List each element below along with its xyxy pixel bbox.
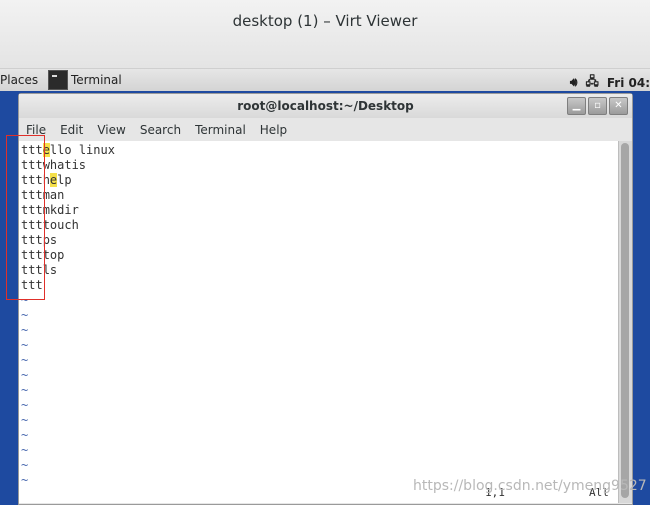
empty-line-marker: ~ (21, 368, 29, 382)
empty-line-marker: ~ (21, 383, 29, 397)
annotation-box (6, 135, 45, 300)
empty-line-marker: ~ (21, 428, 29, 442)
scrollbar-thumb[interactable] (621, 143, 629, 498)
empty-line-marker: ~ (21, 338, 29, 352)
minimize-button[interactable]: ▁ (567, 97, 586, 115)
network-icon[interactable]: 🖧︎ (585, 72, 598, 93)
menu-search[interactable]: Search (133, 120, 188, 140)
empty-line-marker: ~ (21, 473, 29, 487)
watermark: https://blog.csdn.net/ymeng9527 (413, 478, 647, 494)
terminal-window: root@localhost:~/Desktop ▁ ▫ ✕ File Edit… (18, 93, 633, 505)
taskbar-terminal[interactable]: Terminal (48, 69, 122, 91)
viewer-title: desktop (1) – Virt Viewer (232, 12, 418, 30)
close-button[interactable]: ✕ (609, 97, 628, 115)
terminal-icon (48, 70, 68, 90)
maximize-button[interactable]: ▫ (588, 97, 607, 115)
menu-terminal[interactable]: Terminal (188, 120, 253, 140)
viewer-titlebar: desktop (1) – Virt Viewer (0, 0, 650, 69)
menubar: File Edit View Search Terminal Help (19, 120, 632, 140)
menu-edit[interactable]: Edit (53, 120, 90, 140)
top-panel: Places Terminal 🔊︎ 🖧︎ Fri 04: (0, 69, 650, 92)
volume-icon[interactable]: 🔊︎ (570, 75, 578, 90)
empty-line-marker: ~ (21, 443, 29, 457)
places-menu[interactable]: Places (0, 73, 38, 87)
empty-line-marker: ~ (21, 458, 29, 472)
empty-line-marker: ~ (21, 353, 29, 367)
terminal-titlebar[interactable]: root@localhost:~/Desktop ▁ ▫ ✕ (19, 94, 632, 118)
menu-view[interactable]: View (90, 120, 132, 140)
terminal-title: root@localhost:~/Desktop (237, 99, 414, 113)
panel-status-area: 🔊︎ 🖧︎ Fri 04: (570, 72, 650, 93)
empty-line-marker: ~ (21, 308, 29, 322)
taskbar-terminal-label: Terminal (71, 73, 122, 87)
scrollbar[interactable] (618, 141, 632, 503)
menu-help[interactable]: Help (253, 120, 294, 140)
clock[interactable]: Fri 04: (607, 76, 650, 90)
empty-line-marker: ~ (21, 413, 29, 427)
empty-line-marker: ~ (21, 398, 29, 412)
terminal-content[interactable]: tttello linux tttwhatis ttthelp tttman t… (19, 141, 619, 503)
window-controls: ▁ ▫ ✕ (567, 97, 628, 115)
empty-line-marker: ~ (21, 323, 29, 337)
